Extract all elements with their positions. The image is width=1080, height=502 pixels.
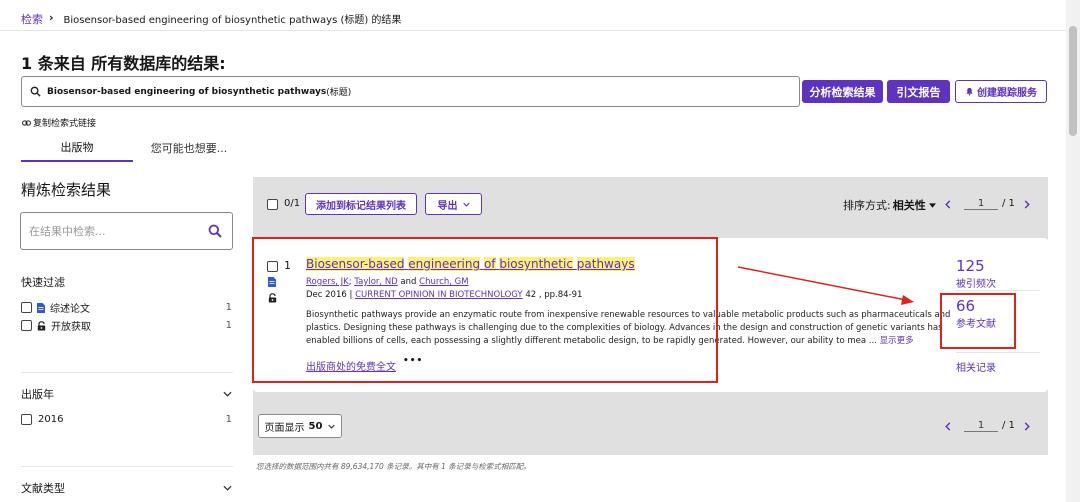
page-total: / 1 [1002,420,1015,431]
page-size-label: 页面显示 [264,422,305,434]
chevron-down-icon [328,424,336,429]
page-size-select[interactable]: 页面显示 50 [258,414,342,438]
page-size-value: 50 [308,420,323,432]
footer-note: 您选择的数据范围内共有 89,634,170 条记录。其中有 1 条记录与检索式… [256,462,531,471]
chevron-left-icon[interactable] [945,422,951,431]
chevron-right-icon[interactable] [1024,422,1030,431]
page-number-input[interactable]: 1 [964,420,998,432]
annotation-arrow [737,266,914,305]
page: 检索 › Biosensor-based engineering of bios… [0,0,1080,502]
